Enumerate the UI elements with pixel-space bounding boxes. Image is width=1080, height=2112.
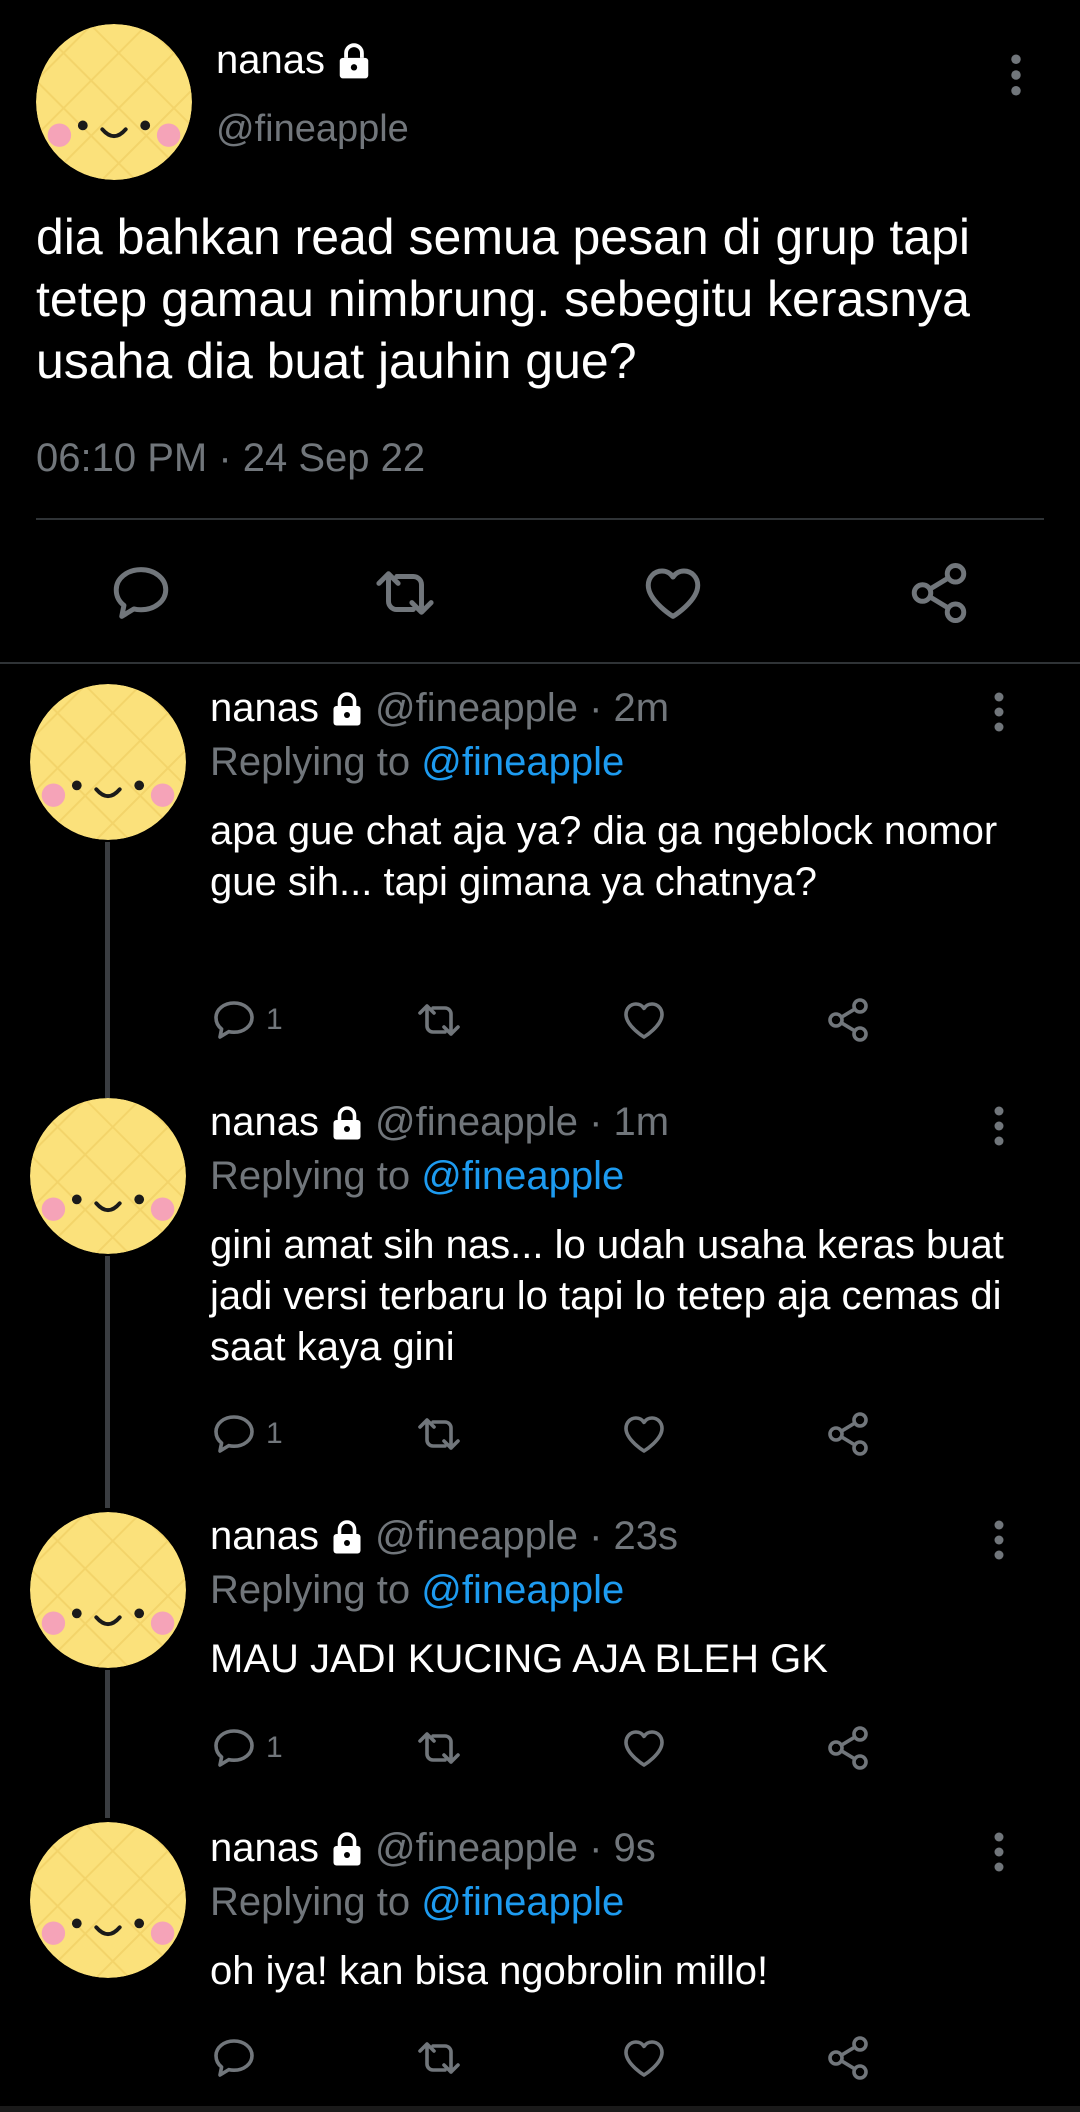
heart-icon [620,1724,668,1772]
thread-line [105,1670,110,1818]
reply-text: apa gue chat aja ya? dia ga ngeblock nom… [210,809,998,904]
replying-to: Replying to @fineapple [210,740,624,785]
author-handle[interactable]: @fineapple · 23s [375,1514,678,1559]
avatar[interactable] [36,24,192,180]
lock-icon [329,691,365,727]
heart-icon [620,1410,668,1458]
reply-count: 1 [266,1731,283,1764]
like-button[interactable] [620,1410,668,1458]
lock-icon [329,1105,365,1141]
author-handle[interactable]: @fineapple · 2m [375,686,669,731]
share-icon [824,1724,872,1772]
reply-header: nanas @fineapple · 23s [210,1514,678,1559]
share-icon [824,1410,872,1458]
reply-button[interactable]: 1 [210,1410,283,1458]
mention-link[interactable]: @fineapple [421,740,624,784]
reply-button[interactable] [210,2034,266,2082]
retweet-icon [415,1410,463,1458]
tweet-text: dia bahkan read semua pesan di grup tapi… [36,209,970,389]
share-button[interactable] [824,996,872,1044]
more-vertical-icon[interactable] [993,1832,1005,1872]
share-button[interactable] [824,1724,872,1772]
retweet-icon[interactable] [372,560,438,626]
lock-icon [329,1831,365,1867]
share-button[interactable] [824,2034,872,2082]
author-name[interactable]: nanas [210,686,319,731]
avatar[interactable] [30,1512,186,1668]
retweet-button[interactable] [415,1410,463,1458]
author-name[interactable]: nanas [210,1514,319,1559]
heart-icon [620,996,668,1044]
share-button[interactable] [824,1410,872,1458]
heart-icon [620,2034,668,2082]
divider [36,518,1044,520]
reply-text: gini amat sih nas... lo udah usaha keras… [210,1223,1004,1369]
reply-icon [210,1724,258,1772]
more-vertical-icon[interactable] [1010,54,1022,96]
author-name[interactable]: nanas [210,1100,319,1145]
lock-icon [335,42,373,80]
reply-text: oh iya! kan bisa ngobrolin millo! [210,1949,769,1993]
retweet-icon [415,2034,463,2082]
reply-count: 1 [266,1417,283,1450]
reply-icon[interactable] [108,560,174,626]
like-button[interactable] [620,1724,668,1772]
replying-to: Replying to @fineapple [210,1568,624,1613]
mention-link[interactable]: @fineapple [421,1880,624,1924]
author-name[interactable]: nanas [210,1826,319,1871]
tweet-timestamp[interactable]: 06:10 PM · 24 Sep 22 [36,436,425,481]
replying-to-label: Replying to [210,1568,411,1612]
divider [0,662,1080,664]
author-name[interactable]: nanas [216,38,373,83]
like-button[interactable] [620,996,668,1044]
replying-to: Replying to @fineapple [210,1880,624,1925]
retweet-icon [415,996,463,1044]
reply-text: MAU JADI KUCING AJA BLEH GK [210,1637,828,1681]
retweet-button[interactable] [415,996,463,1044]
share-icon [824,996,872,1044]
replying-to-label: Replying to [210,740,411,784]
retweet-button[interactable] [415,2034,463,2082]
reply-header: nanas @fineapple · 9s [210,1826,656,1871]
reply-icon [210,1410,258,1458]
reply-button[interactable]: 1 [210,1724,283,1772]
retweet-button[interactable] [415,1724,463,1772]
share-icon [824,2034,872,2082]
avatar[interactable] [30,1822,186,1978]
heart-icon[interactable] [640,560,706,626]
more-vertical-icon[interactable] [993,1106,1005,1146]
lock-icon [329,1519,365,1555]
reply-icon [210,2034,258,2082]
replying-to-label: Replying to [210,1880,411,1924]
reply-header: nanas @fineapple · 1m [210,1100,669,1145]
author-handle[interactable]: @fineapple [216,108,409,151]
like-button[interactable] [620,2034,668,2082]
reply-button[interactable]: 1 [210,996,283,1044]
author-name-label: nanas [216,38,325,82]
mention-link[interactable]: @fineapple [421,1154,624,1198]
reply-icon [210,996,258,1044]
avatar[interactable] [30,1098,186,1254]
more-vertical-icon[interactable] [993,692,1005,732]
replying-to: Replying to @fineapple [210,1154,624,1199]
retweet-icon [415,1724,463,1772]
thread-line [105,1256,110,1508]
share-icon[interactable] [906,560,972,626]
more-vertical-icon[interactable] [993,1520,1005,1560]
bottom-bar [0,2106,1080,2112]
avatar[interactable] [30,684,186,840]
mention-link[interactable]: @fineapple [421,1568,624,1612]
author-handle[interactable]: @fineapple · 1m [375,1100,669,1145]
reply-header: nanas @fineapple · 2m [210,686,669,731]
replying-to-label: Replying to [210,1154,411,1198]
thread-line [105,842,110,1098]
reply-count: 1 [266,1003,283,1036]
author-handle[interactable]: @fineapple · 9s [375,1826,656,1871]
